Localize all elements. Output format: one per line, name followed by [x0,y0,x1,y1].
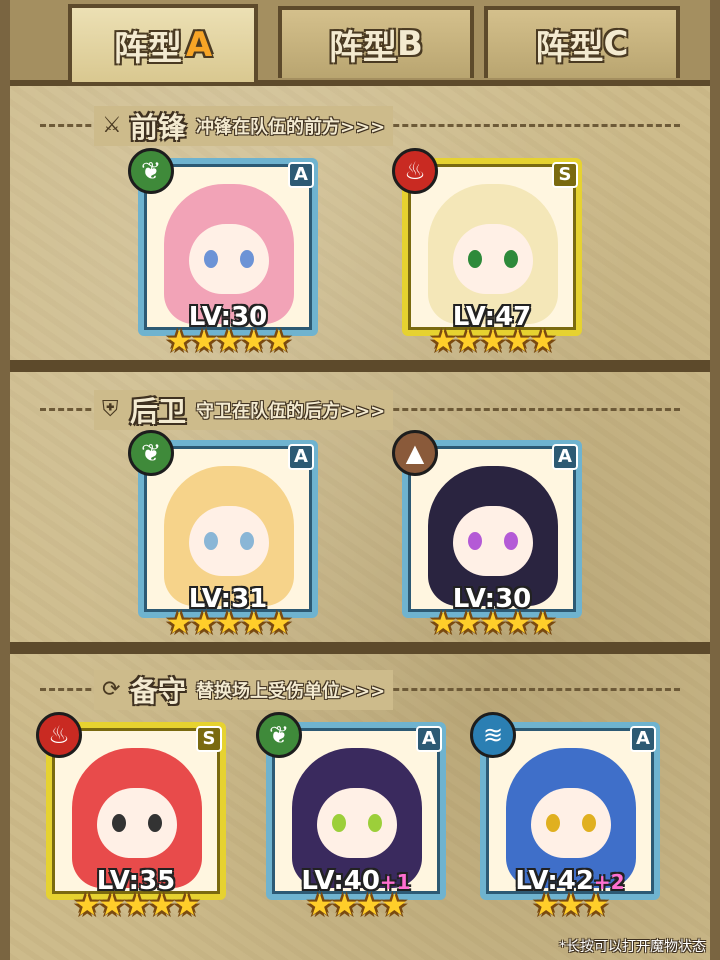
section-divider [10,642,710,654]
nature-element-icon: ❦ [256,712,302,758]
rank-badge: A [416,726,442,752]
section-header-rear: ⛨ 后卫 守卫在队伍的后方>>> [10,384,710,436]
water-element-icon: ≋ [470,712,516,758]
tab-label: 阵型 [535,27,604,68]
section-desc: 守卫在队伍的后方>>> [196,401,386,422]
rank-badge: A [288,444,314,470]
rank-badge: S [196,726,222,752]
sword-icon: ⚔ [102,113,122,138]
tab-formation-c[interactable]: 阵型 C [484,6,680,78]
section-header-reserve: ⟳ 备守 替换场上受伤单位>>> [10,664,710,716]
footer-note: *长按可以打开魔物状态 [559,939,706,955]
rank-badge: A [288,162,314,188]
shield-icon: ⛨ [102,397,119,422]
section-name: 后卫 [130,395,187,428]
tab-letter: A [185,25,213,65]
nature-element-icon: ❦ [128,148,174,194]
monster-card[interactable]: A ▲ LV:30 ★★★★★ [392,430,582,641]
star-rating: ★★★★★ [429,324,556,359]
section-name: 前锋 [130,111,187,144]
star-rating: ★★★★★ [429,606,556,641]
fire-element-icon: ♨ [36,712,82,758]
section-divider [10,360,710,372]
section-name: 备守 [130,675,187,708]
fire-element-icon: ♨ [392,148,438,194]
star-rating: ★★★★★ [165,606,292,641]
swap-icon: ⟳ [102,677,121,702]
section-header-front: ⚔ 前锋 冲锋在队伍的前方>>> [10,100,710,152]
rank-badge: S [552,162,578,188]
star-rating: ★★★★ [306,888,408,923]
star-rating: ★★★★★ [73,888,200,923]
tab-letter: C [603,24,629,64]
nature-element-icon: ❦ [128,430,174,476]
monster-card[interactable]: S ♨ LV:47 ★★★★★ [392,148,582,359]
earth-element-icon: ▲ [392,430,438,476]
monster-card[interactable]: A ≋ LV:42+2 ★★★ [470,712,660,923]
section-title: ⚔ 前锋 冲锋在队伍的前方>>> [94,106,394,146]
rank-badge: A [630,726,656,752]
tab-letter: B [397,24,423,64]
tab-formation-a[interactable]: 阵型 A [68,4,258,82]
tab-label: 阵型 [329,27,398,68]
star-rating: ★★★★★ [165,324,292,359]
section-title: ⛨ 后卫 守卫在队伍的后方>>> [94,390,394,430]
monster-card[interactable]: A ❦ LV:31 ★★★★★ [128,430,318,641]
formation-tab-bar: 阵型 A 阵型 B 阵型 C [10,0,710,86]
section-desc: 替换场上受伤单位>>> [196,681,386,702]
star-rating: ★★★ [532,888,610,923]
rank-badge: A [552,444,578,470]
tab-label: 阵型 [113,28,182,69]
monster-card[interactable]: A ❦ LV:30 ★★★★★ [128,148,318,359]
section-desc: 冲锋在队伍的前方>>> [196,117,386,138]
section-title: ⟳ 备守 替换场上受伤单位>>> [94,670,394,710]
monster-card[interactable]: A ❦ LV:40+1 ★★★★ [256,712,446,923]
tab-formation-b[interactable]: 阵型 B [278,6,474,78]
monster-card[interactable]: S ♨ LV:35 ★★★★★ [36,712,226,923]
